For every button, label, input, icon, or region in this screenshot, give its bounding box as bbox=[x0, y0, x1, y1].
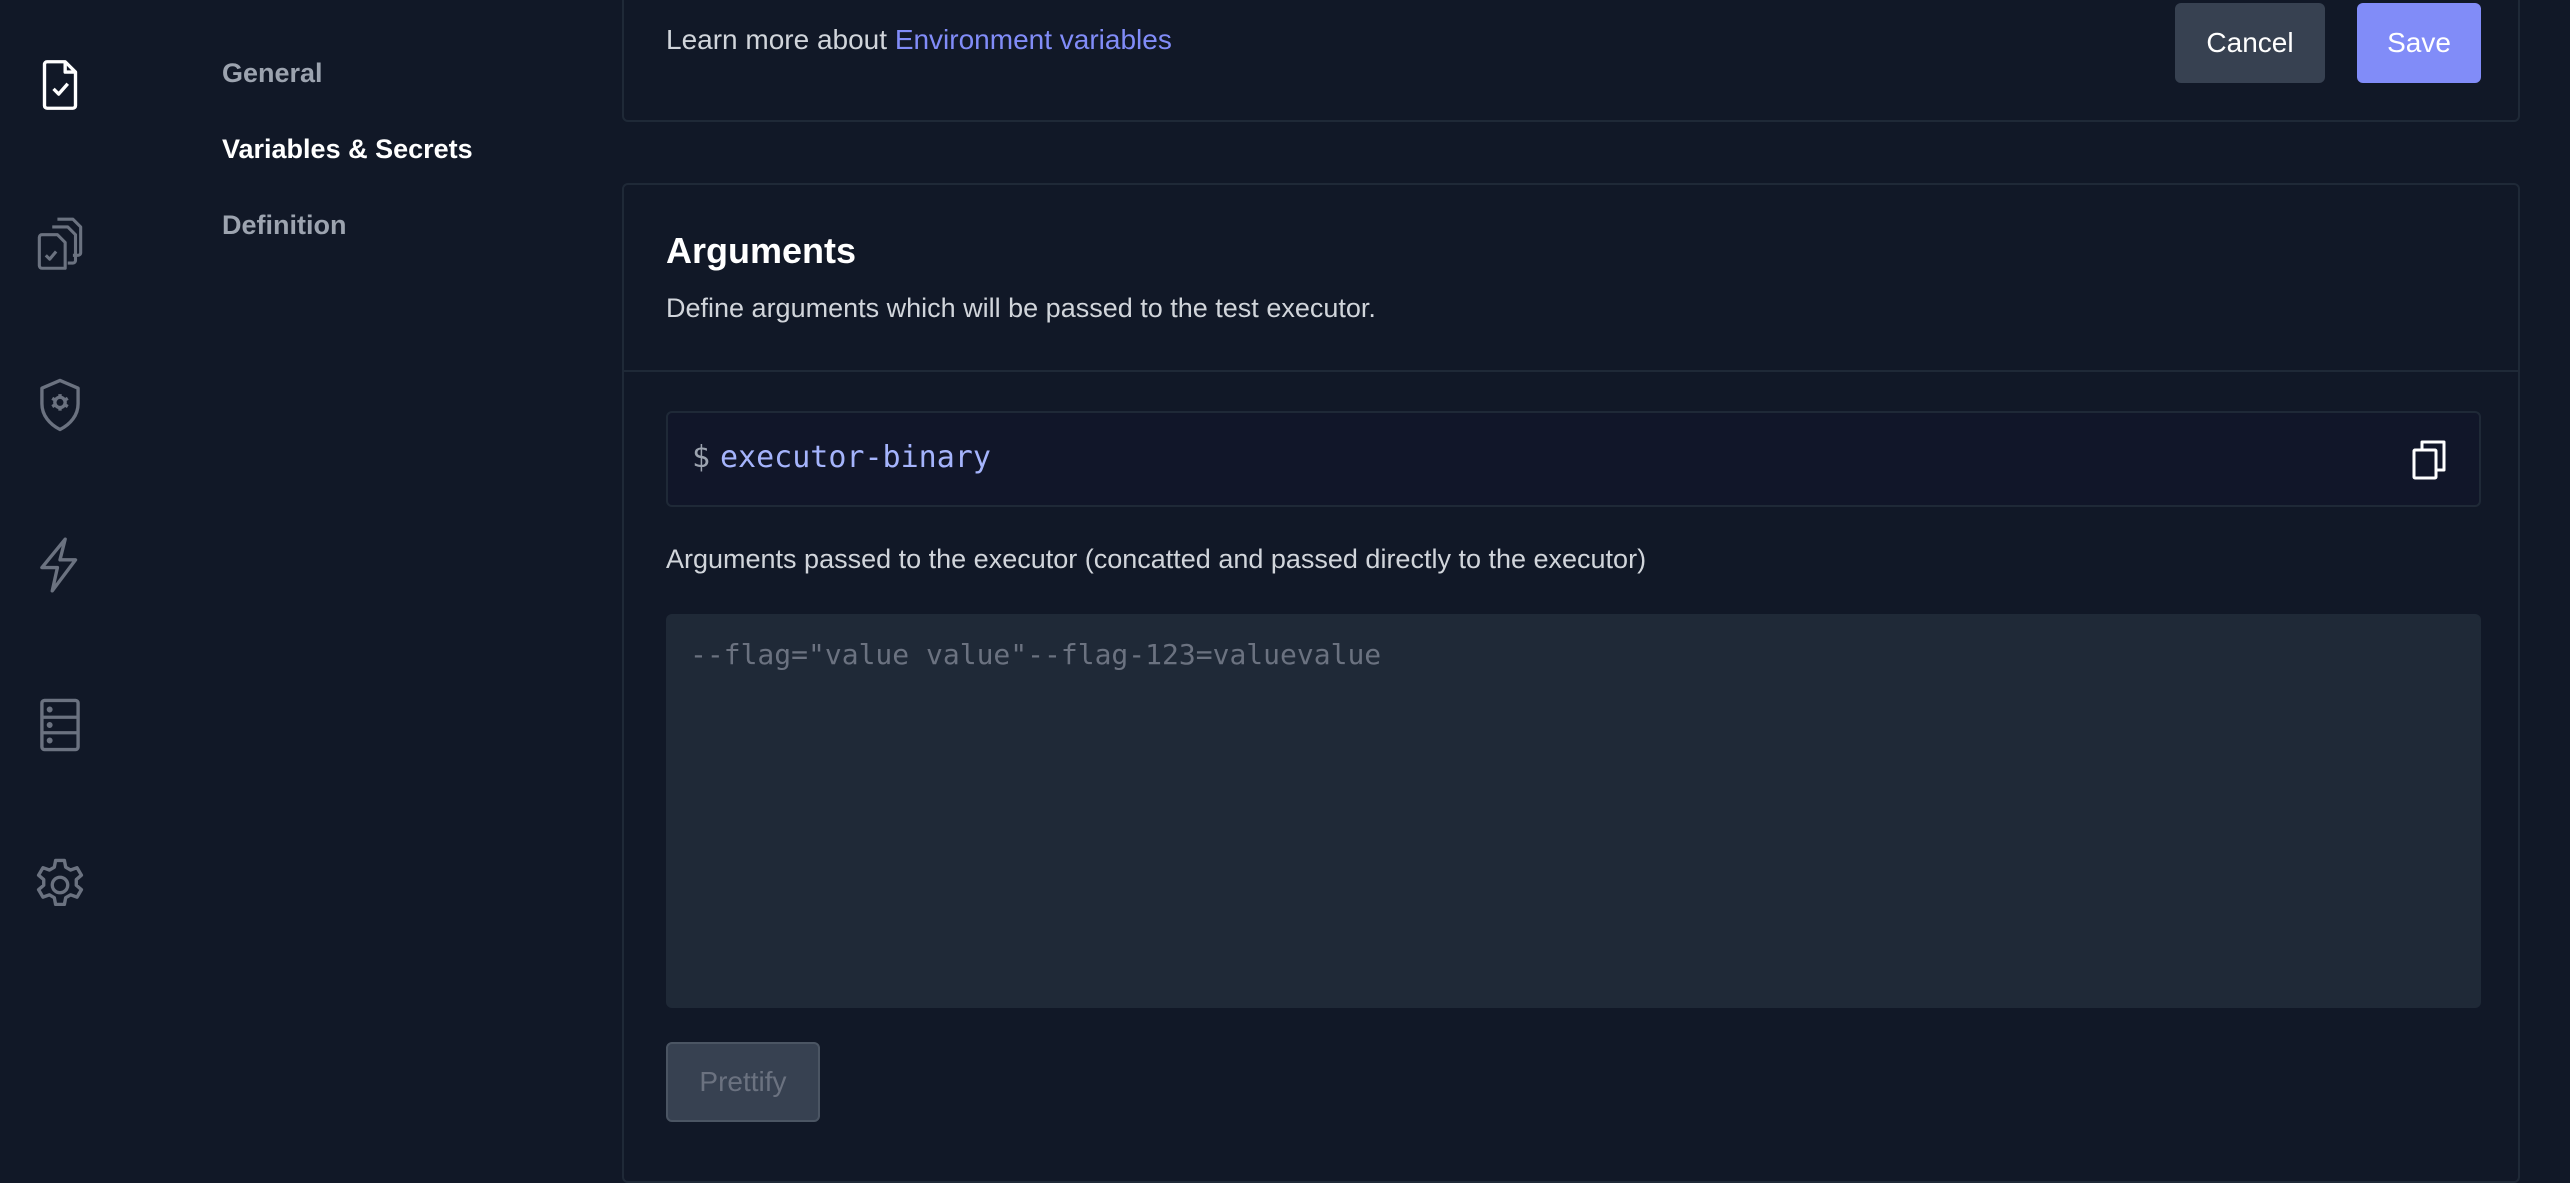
main-content: Learn more about Environment variables C… bbox=[622, 0, 2520, 1183]
divider bbox=[624, 370, 2518, 372]
triggers-icon[interactable] bbox=[27, 532, 93, 598]
settings-icon[interactable] bbox=[27, 852, 93, 918]
arguments-card: Arguments Define arguments which will be… bbox=[622, 183, 2520, 1183]
test-suites-icon[interactable] bbox=[27, 212, 93, 278]
sources-icon[interactable] bbox=[27, 692, 93, 758]
prompt-symbol: $ bbox=[692, 440, 711, 475]
arguments-field-label: Arguments passed to the executor (concat… bbox=[666, 544, 1647, 574]
subnav-item-definition[interactable]: Definition bbox=[222, 210, 346, 241]
learn-more-prefix: Learn more about bbox=[666, 24, 895, 55]
prettify-button[interactable]: Prettify bbox=[666, 1042, 820, 1122]
environment-variables-link[interactable]: Environment variables bbox=[895, 24, 1172, 55]
executors-icon[interactable] bbox=[27, 372, 93, 438]
arguments-input[interactable] bbox=[666, 614, 2481, 1008]
icon-rail bbox=[0, 0, 120, 1156]
test-file-icon[interactable] bbox=[27, 52, 93, 118]
arguments-title: Arguments bbox=[666, 230, 857, 271]
save-button[interactable]: Save bbox=[2357, 3, 2481, 83]
command-text: executor-binary bbox=[720, 440, 991, 475]
copy-icon[interactable] bbox=[2405, 435, 2455, 485]
arguments-description: Define arguments which will be passed to… bbox=[666, 293, 1376, 323]
env-variables-card: Learn more about Environment variables C… bbox=[622, 0, 2520, 122]
subnav-item-variables-secrets[interactable]: Variables & Secrets bbox=[222, 134, 473, 165]
subnav-item-general[interactable]: General bbox=[222, 58, 323, 89]
learn-more-text: Learn more about Environment variables bbox=[666, 24, 1172, 56]
command-preview: $ executor-binary bbox=[666, 411, 2481, 507]
cancel-button[interactable]: Cancel bbox=[2175, 3, 2325, 83]
